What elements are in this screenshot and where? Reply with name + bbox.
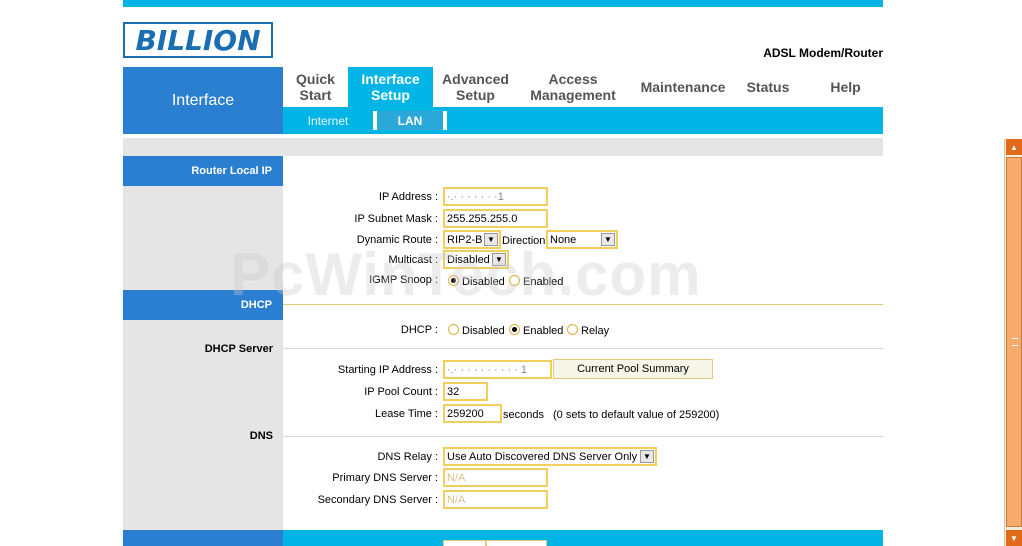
top-accent-bar [123,0,883,7]
section-sidebar: Router Local IP DHCP DHCP Server DNS [123,156,283,546]
divider [283,436,883,437]
tab-interface-setup[interactable]: Interface Setup [348,67,433,107]
nav-tabs: Quick Start Interface Setup Advanced Setup … [283,67,883,107]
chevron-down-icon: ▼ [640,450,654,463]
section-dhcp-server: DHCP Server [204,343,273,355]
starting-ip-label: Starting IP Address : [337,364,438,376]
current-pool-summary-button[interactable]: Current Pool Summary [553,359,713,379]
main-navigation: Interface Quick Start Interface Setup Adva… [123,67,883,134]
tab-advanced-setup[interactable]: Advanced Setup [433,67,518,107]
subtab-lan[interactable]: LAN [373,111,447,130]
multicast-label: Multicast : [388,254,438,266]
secondary-dns-label: Secondary DNS Server : [317,494,438,506]
dhcp-relay-radio[interactable] [567,324,578,335]
tab-access-management[interactable]: Access Management [518,67,628,107]
dns-relay-value: Use Auto Discovered DNS Server Only [447,450,638,463]
subnet-mask-input[interactable]: 255.255.255.0 [443,209,548,228]
lease-time-hint: (0 sets to default value of 259200) [553,409,720,421]
tab-help[interactable]: Help [813,67,878,107]
subtab-internet[interactable]: Internet [293,111,363,130]
subnet-mask-label: IP Subnet Mask : [354,213,438,225]
dhcp-disabled-text: Disabled [462,325,505,337]
vertical-scrollbar[interactable]: ▲ ▼ [1004,139,1022,546]
chevron-down-icon: ▼ [492,253,506,266]
divider [283,348,883,349]
dhcp-enabled-text: Enabled [523,325,564,337]
dns-relay-label: DNS Relay : [377,451,438,463]
ip-address-label: IP Address : [378,191,438,203]
dhcp-mode-label: DHCP : [400,324,438,336]
nav-section-title: Interface [123,67,283,134]
section-dns: DNS [249,430,273,442]
direction-value: None [550,233,577,246]
lease-time-input[interactable]: 259200 [443,404,502,423]
dynamic-route-value: RIP2-B [447,233,483,246]
cancel-button[interactable] [486,540,547,546]
starting-ip-input[interactable]: ·.· · · · · · · · · · 1 [443,360,552,379]
dynamic-route-label: Dynamic Route : [356,234,438,246]
dhcp-relay-text: Relay [581,325,610,337]
chevron-down-icon: ▼ [484,233,498,246]
multicast-select[interactable]: Disabled ▼ [443,250,509,269]
secondary-dns-input[interactable]: N/A [443,490,548,509]
divider [283,304,883,305]
logo-text: BILLION [135,24,260,57]
igmp-disabled-radio[interactable] [448,275,459,286]
grip-icon [1012,338,1018,346]
save-button[interactable] [443,540,486,546]
primary-dns-input[interactable]: N/A [443,468,548,487]
billion-logo: BILLION [123,22,273,58]
dhcp-disabled-radio[interactable] [448,324,459,335]
scroll-up-icon[interactable]: ▲ [1006,139,1022,155]
lease-time-label: Lease Time : [375,408,438,420]
pool-count-input[interactable]: 32 [443,382,488,401]
tab-quick-start[interactable]: Quick Start [283,67,348,107]
product-name: ADSL Modem/Router [763,46,883,60]
dns-relay-select[interactable]: Use Auto Discovered DNS Server Only ▼ [443,447,657,466]
dhcp-enabled-radio[interactable] [509,324,520,335]
scrollbar-thumb[interactable] [1006,157,1022,527]
spacer-strip [123,138,883,156]
igmp-snoop-label: IGMP Snoop : [369,274,438,286]
pool-count-label: IP Pool Count : [364,386,438,398]
dynamic-route-select[interactable]: RIP2-B ▼ [443,230,501,249]
primary-dns-label: Primary DNS Server : [332,472,438,484]
section-dhcp: DHCP [123,290,283,320]
direction-select[interactable]: None ▼ [546,230,618,249]
sub-navigation: Internet LAN [283,107,883,134]
tab-status[interactable]: Status [738,67,798,107]
multicast-value: Disabled [447,253,490,266]
chevron-down-icon: ▼ [601,233,615,246]
tab-maintenance[interactable]: Maintenance [628,67,738,107]
section-router-local-ip: Router Local IP [123,156,283,186]
igmp-disabled-text: Disabled [462,276,505,288]
direction-label: Direction [502,235,546,247]
igmp-enabled-text: Enabled [523,276,564,288]
ip-address-input[interactable]: ·.· · · · · · ·1 [443,187,548,206]
igmp-enabled-radio[interactable] [509,275,520,286]
lease-time-unit: seconds [503,409,544,421]
scroll-down-icon[interactable]: ▼ [1006,530,1022,546]
